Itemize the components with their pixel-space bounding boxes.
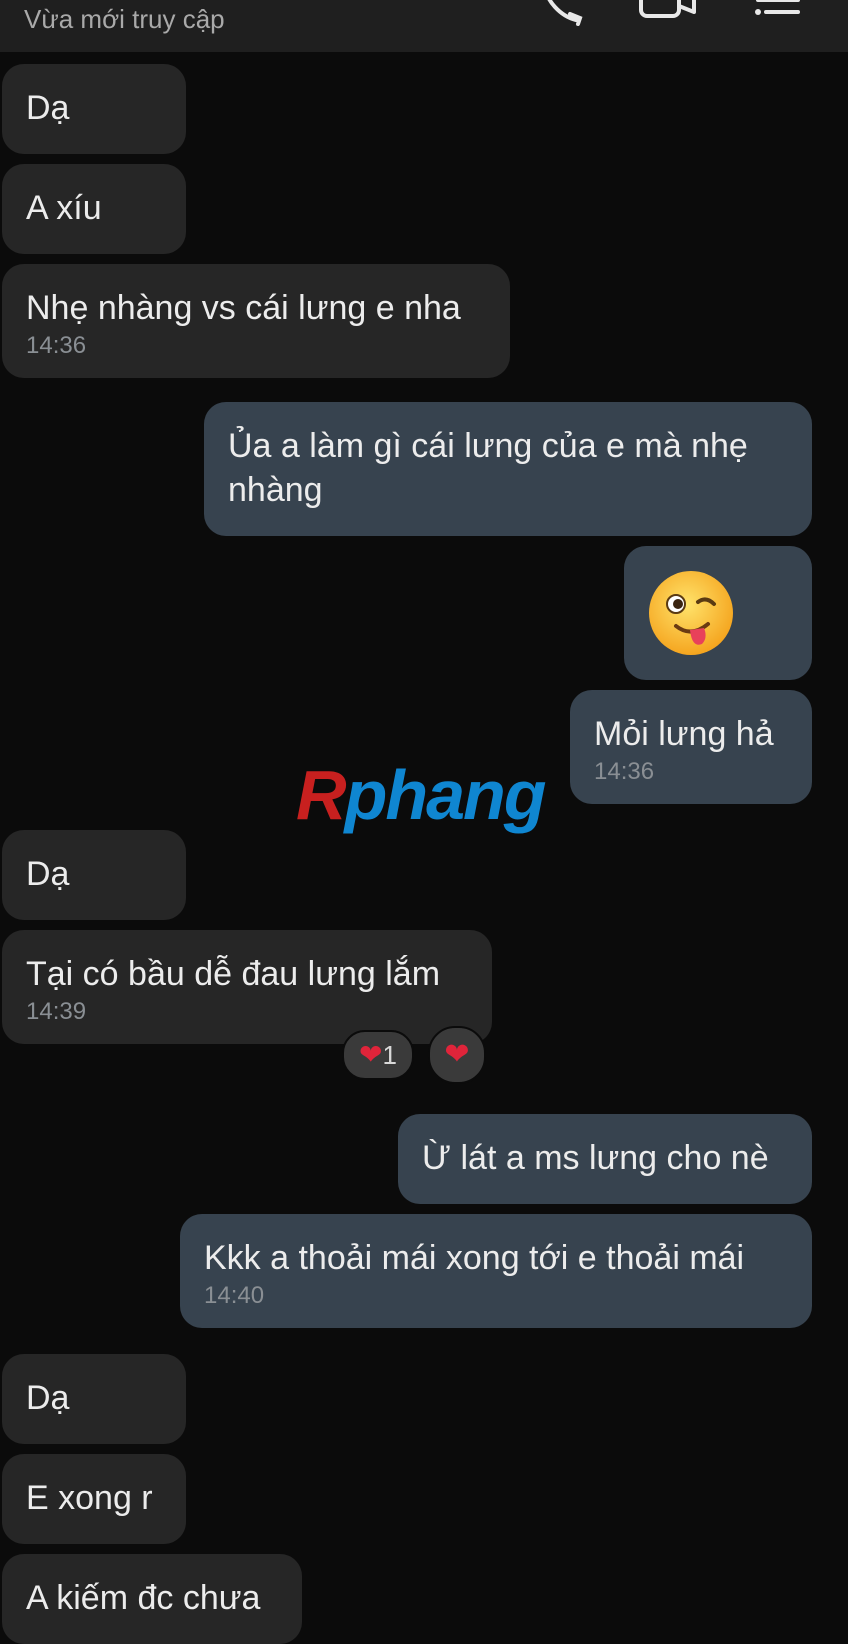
incoming-message[interactable]: Dạ xyxy=(2,1354,186,1444)
winking-face-with-tongue-icon xyxy=(646,568,736,669)
message-text: Mỏi lưng hả xyxy=(594,715,774,753)
message-timestamp: 14:36 xyxy=(26,332,87,359)
incoming-message[interactable]: Dạ xyxy=(2,830,186,920)
message-text: Dạ xyxy=(26,89,70,127)
incoming-message[interactable]: Tại có bầu dễ đau lưng lắm 14:39 xyxy=(2,930,492,1044)
incoming-message[interactable]: A xíu xyxy=(2,164,186,254)
outgoing-message[interactable]: Mỏi lưng hả 14:36 xyxy=(570,690,812,804)
watermark-logo: Rphang xyxy=(296,760,547,830)
incoming-message[interactable]: E xong r xyxy=(2,1454,186,1544)
phone-icon[interactable] xyxy=(540,0,590,31)
message-timestamp: 14:36 xyxy=(594,758,655,785)
outgoing-message[interactable]: Ừ lát a ms lưng cho nè xyxy=(398,1114,812,1204)
add-reaction-button[interactable]: ❤ xyxy=(428,1026,486,1084)
chat-header: Vừa mới truy cập xyxy=(0,0,848,52)
contact-status: Vừa mới truy cập xyxy=(24,4,225,34)
message-text: E xong r xyxy=(26,1479,153,1517)
message-text: Tại có bầu dễ đau lưng lắm xyxy=(26,955,441,993)
message-text: Ừ lát a ms lưng cho nè xyxy=(422,1139,769,1177)
watermark-part-2: phang xyxy=(344,756,547,834)
message-timestamp: 14:40 xyxy=(204,1282,265,1309)
outgoing-message[interactable]: Ủa a làm gì cái lưng của e mà nhẹ nhàng xyxy=(204,402,812,536)
heart-icon: ❤ xyxy=(359,1039,383,1070)
outgoing-emoji-message[interactable] xyxy=(624,546,812,680)
heart-icon: ❤ xyxy=(444,1038,470,1071)
incoming-message[interactable]: Dạ xyxy=(2,64,186,154)
message-text: Ủa a làm gì cái lưng của e mà nhẹ nhàng xyxy=(228,427,758,509)
incoming-message[interactable]: Nhẹ nhàng vs cái lưng e nha 14:36 xyxy=(2,264,510,378)
reaction-count: 1 xyxy=(382,1039,397,1070)
message-timestamp: 14:39 xyxy=(26,998,87,1025)
incoming-message[interactable]: A kiếm đc chưa xyxy=(2,1554,302,1644)
message-text: Kkk a thoải mái xong tới e thoải mái xyxy=(204,1239,745,1277)
video-call-icon[interactable] xyxy=(638,0,698,31)
message-text: A xíu xyxy=(26,189,102,227)
outgoing-message[interactable]: Kkk a thoải mái xong tới e thoải mái 14:… xyxy=(180,1214,812,1328)
message-text: Dạ xyxy=(26,1379,70,1417)
message-text: Nhẹ nhàng vs cái lưng e nha xyxy=(26,289,461,327)
message-text: A kiếm đc chưa xyxy=(26,1579,261,1617)
menu-icon[interactable] xyxy=(752,0,802,31)
watermark-part-1: R xyxy=(296,756,347,834)
message-text: Dạ xyxy=(26,855,70,893)
reaction-summary[interactable]: ❤ 1 xyxy=(342,1030,414,1080)
